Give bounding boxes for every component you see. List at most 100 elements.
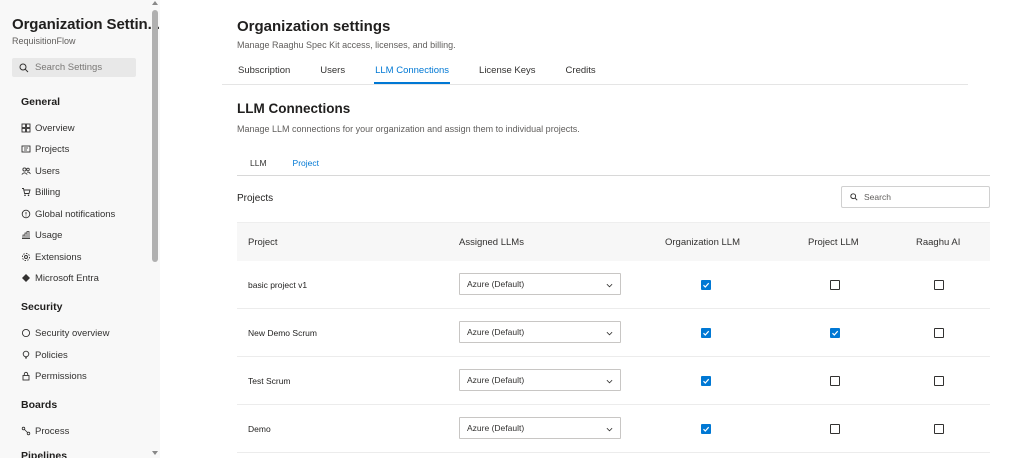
sidebar-item-label: Usage xyxy=(35,229,63,241)
notification-icon xyxy=(21,209,31,219)
table-header: Project Assigned LLMs Organization LLM P… xyxy=(237,222,990,261)
sidebar-item-label: Users xyxy=(35,165,60,177)
sidebar-item-label: Policies xyxy=(35,349,68,361)
sidebar-search[interactable] xyxy=(12,58,136,77)
shield-icon xyxy=(21,328,31,338)
sidebar-section-pipelines: Pipelines xyxy=(21,450,68,458)
gear-icon xyxy=(21,252,31,262)
org-llm-checkbox[interactable] xyxy=(701,376,711,386)
sidebar-item-global-notifications[interactable]: Global notifications xyxy=(21,207,115,221)
sidebar-item-process[interactable]: Process xyxy=(21,424,69,438)
table-row: basic project v1 Azure (Default) xyxy=(237,261,990,309)
chevron-down-icon xyxy=(606,281,613,288)
table-row: Demo Azure (Default) xyxy=(237,405,990,453)
assigned-llm-dropdown[interactable]: Azure (Default) xyxy=(459,369,621,391)
raaghu-ai-checkbox[interactable] xyxy=(934,280,944,290)
project-name: Test Scrum xyxy=(248,376,291,386)
projects-search[interactable] xyxy=(841,186,990,208)
assigned-llm-dropdown[interactable]: Azure (Default) xyxy=(459,273,621,295)
dropdown-value: Azure (Default) xyxy=(467,375,525,385)
sidebar-item-label: Overview xyxy=(35,122,75,134)
table-row: Test Scrum Azure (Default) xyxy=(237,357,990,405)
scroll-up-icon[interactable] xyxy=(152,1,158,5)
sidebar-item-label: Projects xyxy=(35,143,70,155)
users-icon xyxy=(21,166,31,176)
sidebar-item-projects[interactable]: Projects xyxy=(21,142,69,156)
org-llm-checkbox[interactable] xyxy=(701,328,711,338)
projects-heading: Projects xyxy=(237,193,274,204)
raaghu-ai-checkbox[interactable] xyxy=(934,424,944,434)
sidebar-item-policies[interactable]: Policies xyxy=(21,348,68,362)
project-name: basic project v1 xyxy=(248,280,308,290)
raaghu-ai-checkbox[interactable] xyxy=(934,376,944,386)
sidebar-item-label: Process xyxy=(35,425,70,437)
chevron-down-icon xyxy=(606,377,613,384)
sidebar-item-extensions[interactable]: Extensions xyxy=(21,250,81,264)
tabs-divider xyxy=(222,84,968,85)
sidebar-scrollbar[interactable] xyxy=(150,0,160,458)
sidebar-section-boards: Boards xyxy=(21,399,58,411)
project-name: New Demo Scrum xyxy=(248,328,317,338)
sidebar-item-microsoft-entra[interactable]: Microsoft Entra xyxy=(21,271,99,285)
project-board-icon xyxy=(21,144,31,154)
projects-search-input[interactable] xyxy=(864,192,984,202)
lock-icon xyxy=(21,371,31,381)
section-description: Manage LLM connections for your organiza… xyxy=(237,124,580,134)
scroll-down-icon[interactable] xyxy=(152,451,158,455)
sidebar-item-label: Microsoft Entra xyxy=(35,272,99,284)
sidebar-item-label: Permissions xyxy=(35,370,87,382)
scrollbar-thumb[interactable] xyxy=(152,10,158,262)
table-row: New Demo Scrum Azure (Default) xyxy=(237,309,990,357)
project-llm-checkbox[interactable] xyxy=(830,424,840,434)
settings-tabs: Subscription Users LLM Connections Licen… xyxy=(237,62,625,84)
grid-icon xyxy=(21,123,31,133)
lightbulb-icon xyxy=(21,350,31,360)
tab-subscription[interactable]: Subscription xyxy=(237,62,291,84)
subtab-llm[interactable]: LLM xyxy=(237,153,280,176)
column-header-organization-llm[interactable]: Organization LLM xyxy=(665,237,740,248)
column-header-project[interactable]: Project xyxy=(248,237,278,248)
sidebar-title: Organization Settin... xyxy=(12,16,160,33)
sidebar-search-input[interactable] xyxy=(35,62,131,73)
entra-diamond-icon xyxy=(21,273,31,283)
sidebar: Organization Settin... RequisitionFlow G… xyxy=(0,0,160,458)
project-name: Demo xyxy=(248,424,271,434)
sidebar-item-label: Security overview xyxy=(35,327,110,339)
section-title: LLM Connections xyxy=(237,101,351,116)
raaghu-ai-checkbox[interactable] xyxy=(934,328,944,338)
sidebar-item-overview[interactable]: Overview xyxy=(21,121,75,135)
project-llm-checkbox[interactable] xyxy=(830,376,840,386)
column-header-assigned-llms[interactable]: Assigned LLMs xyxy=(459,237,524,248)
sidebar-item-security-overview[interactable]: Security overview xyxy=(21,326,109,340)
search-icon xyxy=(850,193,858,201)
org-llm-checkbox[interactable] xyxy=(701,280,711,290)
sidebar-section-general: General xyxy=(21,96,61,108)
column-header-project-llm[interactable]: Project LLM xyxy=(808,237,859,248)
dropdown-value: Azure (Default) xyxy=(467,279,525,289)
assigned-llm-dropdown[interactable]: Azure (Default) xyxy=(459,417,621,439)
tab-llm-connections[interactable]: LLM Connections xyxy=(374,62,450,84)
process-icon xyxy=(21,426,31,436)
project-llm-checkbox[interactable] xyxy=(830,280,840,290)
sidebar-item-users[interactable]: Users xyxy=(21,164,60,178)
sidebar-item-usage[interactable]: Usage xyxy=(21,228,62,242)
tab-credits[interactable]: Credits xyxy=(565,62,597,84)
page-description: Manage Raaghu Spec Kit access, licenses,… xyxy=(237,40,456,50)
sidebar-item-label: Global notifications xyxy=(35,208,116,220)
sidebar-item-permissions[interactable]: Permissions xyxy=(21,369,87,383)
sidebar-item-label: Billing xyxy=(35,186,61,198)
sidebar-item-billing[interactable]: Billing xyxy=(21,185,60,199)
cart-icon xyxy=(21,187,31,197)
dropdown-value: Azure (Default) xyxy=(467,423,525,433)
subtab-project[interactable]: Project xyxy=(279,153,333,176)
chevron-down-icon xyxy=(606,329,613,336)
column-header-raaghu-ai[interactable]: Raaghu AI xyxy=(916,237,960,248)
tab-users[interactable]: Users xyxy=(319,62,346,84)
tab-license-keys[interactable]: License Keys xyxy=(478,62,537,84)
assigned-llm-dropdown[interactable]: Azure (Default) xyxy=(459,321,621,343)
org-llm-checkbox[interactable] xyxy=(701,424,711,434)
sidebar-section-security: Security xyxy=(21,301,63,313)
chevron-down-icon xyxy=(606,425,613,432)
project-llm-checkbox[interactable] xyxy=(830,328,840,338)
sidebar-item-label: Extensions xyxy=(35,251,82,263)
